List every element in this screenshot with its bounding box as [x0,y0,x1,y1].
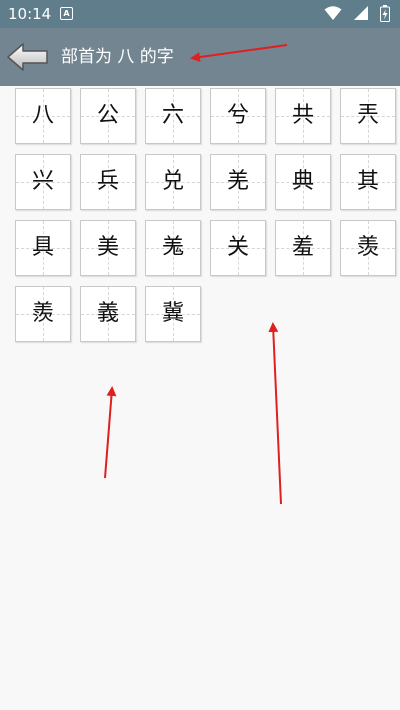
character-text: 其 [356,169,379,194]
character-text: 羌 [226,169,249,194]
character-text: 羡 [356,235,379,260]
character-cell[interactable]: 羞 [275,220,331,276]
page-title: 部首为 八 的字 [61,47,174,67]
character-cell[interactable]: 美 [80,220,136,276]
character-cell[interactable]: 兲 [340,88,396,144]
character-cell[interactable]: 共 [275,88,331,144]
character-text: 共 [291,103,314,128]
character-cell[interactable]: 羡 [340,220,396,276]
character-text: 美 [96,235,119,260]
character-cell[interactable]: 六 [145,88,201,144]
signal-icon [353,6,368,20]
character-cell[interactable]: 公 [80,88,136,144]
annotation-arrow-scroll [268,322,282,505]
character-text: 羗 [161,235,184,260]
character-cell[interactable]: 八 [15,88,71,144]
character-cell[interactable]: 兑 [145,154,201,210]
character-cell[interactable]: 兴 [15,154,71,210]
character-cell[interactable]: 羌 [210,154,266,210]
character-cell[interactable]: 冀 [145,286,201,342]
back-button[interactable] [6,42,50,72]
character-text: 典 [291,169,314,194]
character-text: 兲 [356,103,379,128]
back-arrow-icon [7,43,48,71]
character-text: 八 [31,103,54,128]
character-cell[interactable]: 兵 [80,154,136,210]
character-text: 兑 [161,169,184,194]
character-cell[interactable]: 羗 [145,220,201,276]
status-icons [318,5,390,23]
character-text: 兵 [96,169,119,194]
character-text: 具 [31,235,54,260]
character-cell[interactable]: 兮 [210,88,266,144]
app-bar: 部首为 八 的字 [0,28,400,86]
character-text: 兮 [226,103,249,128]
character-text: 公 [96,103,119,128]
status-bar: 10:14 A [0,0,400,28]
annotation-arrow-grid [104,386,117,479]
character-cell[interactable]: 羨 [15,286,71,342]
character-cell[interactable]: 具 [15,220,71,276]
battery-icon [380,5,390,22]
character-cell[interactable]: 其 [340,154,396,210]
character-text: 冀 [161,301,184,326]
character-text: 关 [226,235,249,260]
wifi-icon [324,6,342,20]
character-text: 六 [161,103,184,128]
character-text: 義 [96,301,119,326]
character-text: 羨 [31,301,54,326]
notification-icon: A [60,7,73,20]
character-text: 兴 [31,169,54,194]
character-cell[interactable]: 典 [275,154,331,210]
status-time: 10:14 [8,5,52,23]
character-text: 羞 [291,235,314,260]
character-cell[interactable]: 義 [80,286,136,342]
character-cell[interactable]: 关 [210,220,266,276]
